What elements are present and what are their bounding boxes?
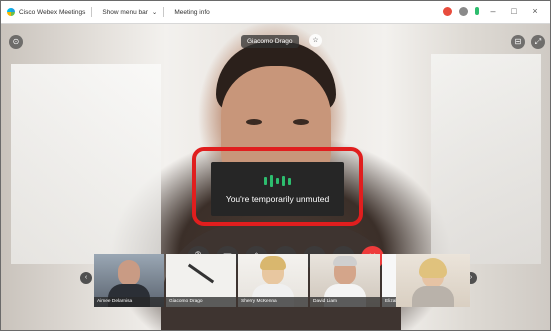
layout-icon[interactable]: ⊟ xyxy=(511,35,525,49)
maximize-button[interactable]: □ xyxy=(507,6,521,16)
meeting-info-button[interactable]: Meeting info xyxy=(174,9,209,16)
settings-icon[interactable] xyxy=(459,6,468,16)
star-icon[interactable]: ☆ xyxy=(309,34,322,47)
participant-name: Giacomo Drago xyxy=(166,297,236,307)
title-bar: Cisco Webex Meetings Show menu bar ⌄ Mee… xyxy=(1,1,550,24)
speaker-name-label: Giacomo Drago xyxy=(241,35,299,48)
separator xyxy=(163,7,165,17)
background-window xyxy=(431,54,541,264)
background-window xyxy=(11,64,161,264)
participant-tile[interactable]: Giacomo Drago xyxy=(166,254,236,307)
fullscreen-icon[interactable]: ⤢ xyxy=(531,35,545,49)
participant-tile[interactable]: David Liam xyxy=(310,254,380,307)
participant-name: David Liam xyxy=(310,297,380,307)
chevron-down-icon[interactable]: ⌄ xyxy=(152,8,157,16)
app-name: Cisco Webex Meetings xyxy=(19,8,86,16)
speaker-eye xyxy=(293,119,309,125)
window-controls: – □ × xyxy=(443,6,542,16)
strip-prev-icon[interactable]: ‹ xyxy=(80,272,92,284)
recording-icon[interactable] xyxy=(443,6,452,16)
mic-level-icon xyxy=(475,7,479,15)
webex-window: Cisco Webex Meetings Show menu bar ⌄ Mee… xyxy=(0,0,551,331)
info-icon[interactable]: ⊙ xyxy=(9,35,23,49)
participant-name: Sherry McKenna xyxy=(238,297,308,307)
webex-logo-icon xyxy=(7,8,15,16)
participant-name: Aimee Delarnisa xyxy=(94,297,164,307)
highlight-box xyxy=(192,147,363,226)
close-button[interactable]: × xyxy=(528,6,542,16)
show-menu-bar-button[interactable]: Show menu bar xyxy=(102,9,148,16)
self-view-tile[interactable] xyxy=(396,254,470,307)
separator xyxy=(91,7,93,17)
minimize-button[interactable]: – xyxy=(486,6,500,16)
participant-tile[interactable]: Sherry McKenna xyxy=(238,254,308,307)
participant-strip: ‹ Aimee Delarnisa Giacomo Drago Sherry M… xyxy=(80,254,550,307)
speaker-eye xyxy=(246,119,262,125)
participant-tile[interactable]: Aimee Delarnisa xyxy=(94,254,164,307)
